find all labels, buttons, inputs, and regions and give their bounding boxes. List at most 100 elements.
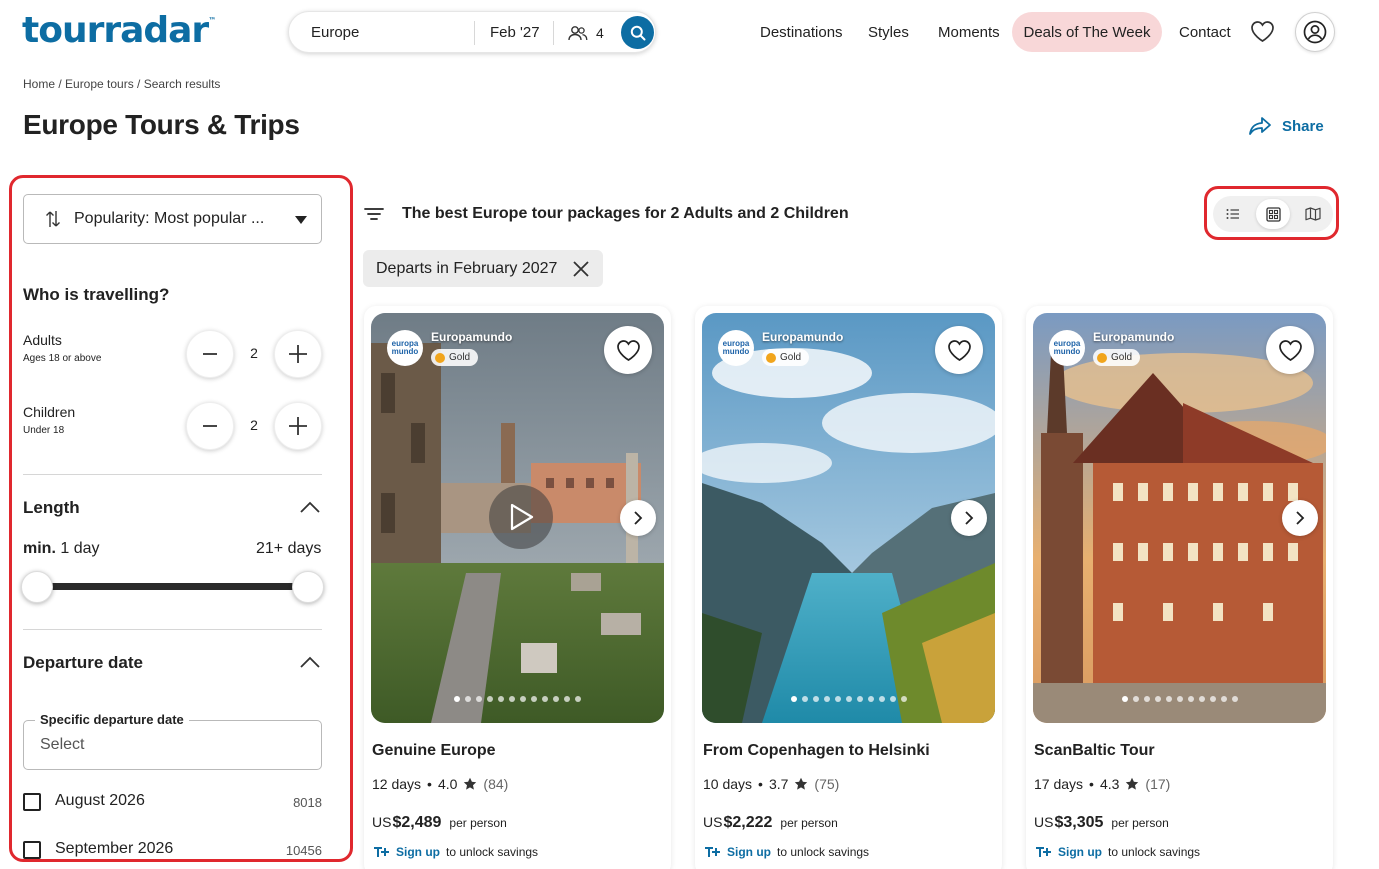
carousel-dot[interactable]	[900, 696, 907, 702]
carousel-dot[interactable]	[454, 696, 460, 702]
tour-duration: 12 days	[372, 776, 422, 792]
month-option[interactable]: August 2026 8018	[23, 792, 322, 812]
carousel-dot[interactable]	[823, 696, 830, 702]
nav-styles[interactable]: Styles	[868, 24, 909, 41]
price-currency: US	[703, 814, 723, 830]
carousel-dot[interactable]	[878, 696, 885, 702]
chevron-up-icon[interactable]	[299, 655, 321, 674]
favorite-button[interactable]	[1266, 326, 1314, 374]
length-slider-track[interactable]	[38, 583, 308, 590]
tour-image[interactable]: europa mundo Europamundo Gold	[371, 313, 664, 723]
play-video-button[interactable]	[489, 485, 553, 549]
next-image-button[interactable]	[1282, 500, 1318, 536]
sort-arrows-icon	[46, 211, 60, 227]
grid-view-button[interactable]	[1256, 199, 1290, 229]
carousel-dot[interactable]	[1198, 696, 1205, 702]
map-view-button[interactable]	[1296, 199, 1330, 229]
nav-deals-of-the-week[interactable]: Deals of The Week	[1012, 12, 1162, 52]
children-decrement-button[interactable]	[186, 402, 234, 450]
carousel-dot[interactable]	[1121, 696, 1128, 702]
carousel-dot[interactable]	[801, 696, 808, 702]
gold-badge: Gold	[1093, 349, 1141, 366]
favorite-button[interactable]	[604, 326, 652, 374]
carousel-dot[interactable]	[834, 696, 841, 702]
nav-contact[interactable]: Contact	[1179, 24, 1231, 41]
adults-decrement-button[interactable]	[186, 330, 234, 378]
next-image-button[interactable]	[620, 500, 656, 536]
wishlist-heart-icon[interactable]	[1250, 20, 1275, 48]
checkbox[interactable]	[23, 793, 41, 811]
carousel-dot[interactable]	[509, 696, 515, 702]
separator-dot: •	[758, 776, 763, 792]
carousel-dot[interactable]	[856, 696, 863, 702]
carousel-dot[interactable]	[1176, 696, 1183, 702]
signup-link[interactable]: Sign up	[1058, 845, 1102, 859]
account-button[interactable]	[1295, 12, 1335, 52]
tour-image[interactable]: europa mundo Europamundo Gold	[1033, 313, 1326, 723]
carousel-dot[interactable]	[1132, 696, 1139, 702]
tour-card[interactable]: europa mundo Europamundo Gold ScanBaltic …	[1026, 306, 1333, 869]
signup-link[interactable]: Sign up	[727, 845, 771, 859]
user-icon	[1303, 20, 1327, 44]
tour-title[interactable]: From Copenhagen to Helsinki	[703, 742, 930, 760]
carousel-dots	[702, 696, 995, 702]
sort-dropdown[interactable]: Popularity: Most popular ...	[23, 194, 322, 244]
adults-increment-button[interactable]	[274, 330, 322, 378]
search-button[interactable]	[621, 16, 654, 49]
price-amount: $2,222	[723, 814, 773, 831]
nav-moments[interactable]: Moments	[938, 24, 1000, 41]
carousel-dot[interactable]	[889, 696, 896, 702]
carousel-dot[interactable]	[1209, 696, 1216, 702]
departs-filter-chip[interactable]: Departs in February 2027	[363, 250, 603, 287]
carousel-dot[interactable]	[542, 696, 548, 702]
divider	[23, 474, 322, 475]
carousel-dot[interactable]	[1187, 696, 1194, 702]
nav-destinations[interactable]: Destinations	[760, 24, 843, 41]
carousel-dot[interactable]	[790, 696, 797, 702]
carousel-dot[interactable]	[812, 696, 819, 702]
filter-icon[interactable]	[364, 206, 384, 227]
tour-title[interactable]: ScanBaltic Tour	[1034, 742, 1155, 760]
length-slider-min-thumb[interactable]	[21, 571, 53, 603]
carousel-dot[interactable]	[465, 696, 471, 702]
carousel-dot[interactable]	[1165, 696, 1172, 702]
breadcrumb[interactable]: Home / Europe tours / Search results	[23, 77, 220, 91]
length-slider-max-thumb[interactable]	[292, 571, 324, 603]
carousel-dot[interactable]	[564, 696, 570, 702]
next-image-button[interactable]	[951, 500, 987, 536]
tourradar-logo[interactable]: tourradar™	[22, 10, 216, 51]
list-view-button[interactable]	[1216, 199, 1250, 229]
carousel-dot[interactable]	[1143, 696, 1150, 702]
carousel-dot[interactable]	[531, 696, 537, 702]
departure-date-field[interactable]: Specific departure date Select	[23, 712, 322, 770]
tour-card[interactable]: europa mundo Europamundo Gold Genuine Eur…	[364, 306, 671, 869]
carousel-dot[interactable]	[867, 696, 874, 702]
month-option[interactable]: September 2026 10456	[23, 840, 322, 860]
carousel-dot[interactable]	[487, 696, 493, 702]
adults-sublabel: Ages 18 or above	[23, 353, 102, 364]
carousel-dot[interactable]	[1220, 696, 1227, 702]
carousel-dot[interactable]	[1154, 696, 1161, 702]
favorite-button[interactable]	[935, 326, 983, 374]
carousel-dot[interactable]	[553, 696, 559, 702]
carousel-dot[interactable]	[476, 696, 482, 702]
signup-link[interactable]: Sign up	[396, 845, 440, 859]
children-increment-button[interactable]	[274, 402, 322, 450]
chip-label: Departs in February 2027	[376, 259, 558, 277]
carousel-dot[interactable]	[498, 696, 504, 702]
search-destination[interactable]: Europe	[311, 24, 359, 41]
search-travellers[interactable]: 4	[568, 22, 604, 44]
departure-date-placeholder: Select	[40, 736, 85, 753]
carousel-dot[interactable]	[845, 696, 852, 702]
checkbox[interactable]	[23, 841, 41, 859]
search-date[interactable]: Feb '27	[490, 24, 540, 41]
carousel-dot[interactable]	[1231, 696, 1238, 702]
tour-card[interactable]: europa mundo Europamundo Gold From Copenh…	[695, 306, 1002, 869]
tour-image[interactable]: europa mundo Europamundo Gold	[702, 313, 995, 723]
carousel-dot[interactable]	[575, 696, 581, 702]
share-button[interactable]: Share	[1248, 116, 1324, 136]
close-icon[interactable]	[572, 260, 590, 283]
chevron-up-icon[interactable]	[299, 500, 321, 519]
tour-title[interactable]: Genuine Europe	[372, 742, 496, 760]
carousel-dot[interactable]	[520, 696, 526, 702]
